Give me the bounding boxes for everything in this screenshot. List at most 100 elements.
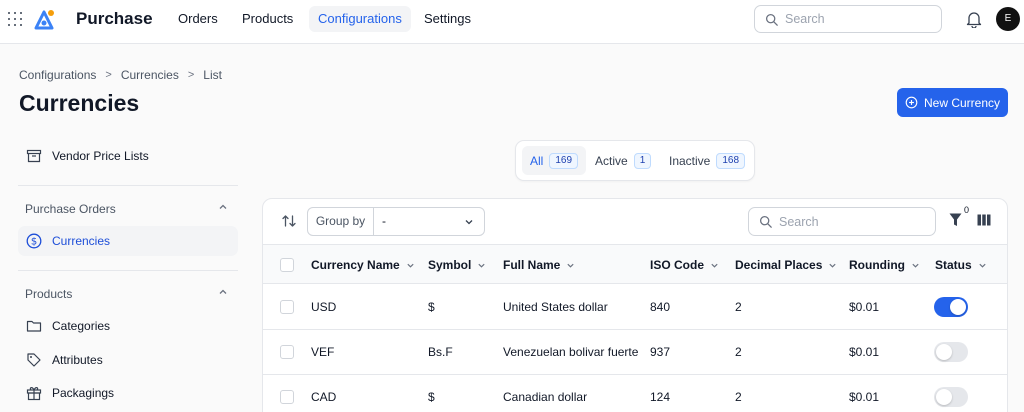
sidebar-divider	[18, 185, 238, 186]
row-checkbox[interactable]	[280, 390, 294, 404]
sidebar-group-products: Products	[25, 287, 73, 301]
cell-decimal-places: 2	[735, 300, 742, 314]
search-icon	[765, 13, 778, 26]
table-header: Currency Name Symbol Full Name ISO Code …	[263, 244, 1007, 285]
search-icon	[759, 215, 772, 228]
logo-icon	[34, 10, 54, 30]
global-search[interactable]	[754, 5, 942, 33]
breadcrumb: Configurations > Currencies > List	[19, 68, 222, 82]
sidebar-item-label: Vendor Price Lists	[52, 149, 149, 163]
cell-symbol: $	[428, 300, 435, 314]
row-checkbox[interactable]	[280, 345, 294, 359]
count-badge: 168	[716, 152, 746, 169]
archive-icon	[26, 148, 42, 164]
table-search-input[interactable]	[779, 208, 929, 235]
count-badge: 1	[633, 152, 652, 169]
chevron-down-icon	[567, 263, 574, 268]
global-search-input[interactable]	[785, 6, 935, 32]
sidebar-divider	[18, 270, 238, 271]
chevron-right-icon: >	[105, 69, 112, 81]
chevron-down-icon	[912, 263, 919, 268]
sidebar-item-attributes[interactable]: Attributes	[18, 345, 238, 375]
cell-currency-name: VEF	[311, 345, 335, 359]
filter-count-badge: 0	[964, 205, 970, 215]
cell-symbol: $	[428, 390, 435, 404]
cell-currency-name: CAD	[311, 390, 337, 404]
nav-configurations[interactable]: Configurations	[309, 6, 411, 32]
bell-icon[interactable]	[966, 10, 982, 28]
chevron-down-icon	[711, 263, 718, 268]
table-row[interactable]: CAD $ Canadian dollar 124 2 $0.01	[263, 375, 1007, 412]
group-by-select[interactable]: Group by -	[307, 207, 485, 236]
sidebar-item-vendor-price-lists[interactable]: Vendor Price Lists	[18, 141, 238, 171]
toggle-knob	[950, 299, 966, 315]
sort-icon[interactable]	[281, 213, 297, 229]
top-navbar: Purchase Orders Products Configurations …	[0, 0, 1024, 44]
tab-inactive[interactable]: Inactive 168	[661, 146, 753, 175]
cell-rounding: $0.01	[849, 390, 880, 404]
status-toggle[interactable]	[934, 387, 968, 407]
sidebar-item-categories[interactable]: Categories	[18, 311, 238, 341]
tab-label: Active	[595, 153, 628, 168]
tab-active[interactable]: Active 1	[587, 146, 659, 175]
columns-icon[interactable]	[977, 214, 991, 226]
column-header-iso-code[interactable]: ISO Code	[650, 245, 719, 285]
row-checkbox[interactable]	[280, 300, 294, 314]
chevron-up-icon[interactable]	[218, 287, 228, 297]
breadcrumb-currencies[interactable]: Currencies	[121, 68, 179, 82]
user-avatar[interactable]: E	[996, 7, 1020, 31]
column-header-decimal-places[interactable]: Decimal Places	[735, 245, 837, 285]
nav-settings[interactable]: Settings	[415, 6, 480, 32]
gift-icon	[26, 385, 42, 401]
sidebar-item-label: Attributes	[52, 353, 103, 367]
table-row[interactable]: USD $ United States dollar 840 2 $0.01	[263, 285, 1007, 330]
cell-currency-name: USD	[311, 300, 337, 314]
column-label: Rounding	[849, 258, 905, 272]
nav-orders[interactable]: Orders	[169, 6, 227, 32]
tab-label: Inactive	[669, 153, 711, 168]
column-header-status[interactable]: Status	[935, 245, 987, 285]
tag-icon	[26, 352, 42, 368]
svg-text:$: $	[31, 237, 37, 248]
filter-icon[interactable]	[949, 213, 962, 227]
apps-grid-icon[interactable]	[8, 12, 22, 26]
column-label: Currency Name	[311, 258, 400, 272]
tab-label: All	[530, 153, 544, 168]
status-toggle[interactable]	[934, 297, 968, 317]
status-toggle[interactable]	[934, 342, 968, 362]
sidebar-item-currencies[interactable]: $ Currencies	[18, 226, 238, 256]
page-title: Currencies	[19, 90, 140, 116]
tab-all[interactable]: All 169	[522, 146, 587, 175]
chevron-down-icon	[407, 263, 414, 268]
nav-products[interactable]: Products	[233, 6, 302, 32]
column-header-rounding[interactable]: Rounding	[849, 245, 920, 285]
cell-full-name: United States dollar	[503, 300, 608, 314]
new-currency-button[interactable]: New Currency	[897, 88, 1008, 117]
table-search[interactable]	[748, 207, 936, 236]
cell-iso-code: 937	[650, 345, 671, 359]
table-row[interactable]: VEF Bs.F Venezuelan bolivar fuerte 937 2…	[263, 330, 1007, 375]
new-currency-label: New Currency	[923, 95, 1001, 110]
select-all-checkbox[interactable]	[280, 258, 294, 272]
cell-decimal-places: 2	[735, 345, 742, 359]
cell-iso-code: 840	[650, 300, 671, 314]
cell-rounding: $0.01	[849, 345, 880, 359]
chevron-up-icon[interactable]	[218, 202, 228, 212]
sidebar-group-purchase-orders: Purchase Orders	[25, 202, 116, 216]
plus-circle-icon	[905, 96, 918, 109]
app-title: Purchase	[76, 9, 153, 28]
breadcrumb-configurations[interactable]: Configurations	[19, 68, 96, 82]
cell-decimal-places: 2	[735, 390, 742, 404]
sidebar-item-label: Currencies	[52, 234, 111, 248]
sidebar-item-packagings[interactable]: Packagings	[18, 378, 238, 408]
currencies-table-card: Group by - 0 Currency Name Symbol Full N…	[262, 198, 1008, 412]
column-header-symbol[interactable]: Symbol	[428, 245, 486, 285]
toggle-knob	[936, 344, 952, 360]
group-by-value: -	[382, 214, 386, 228]
chevron-down-icon	[829, 263, 837, 268]
column-header-full-name[interactable]: Full Name	[503, 245, 575, 285]
column-header-currency-name[interactable]: Currency Name	[311, 245, 415, 285]
group-by-label: Group by	[308, 208, 374, 235]
dollar-icon: $	[26, 233, 42, 249]
folder-icon	[26, 318, 42, 334]
